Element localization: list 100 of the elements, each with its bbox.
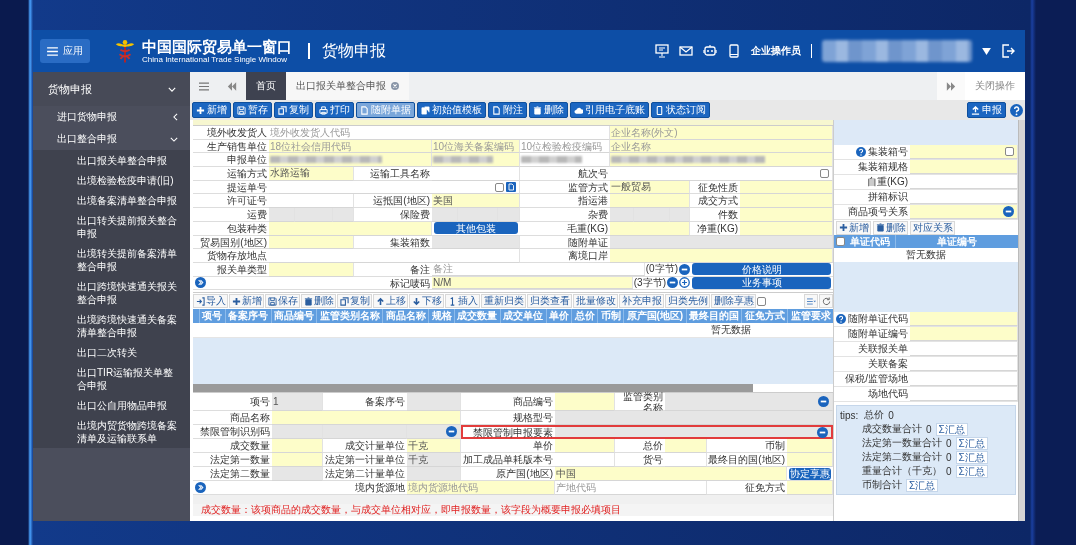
remove-icon[interactable]	[679, 263, 690, 275]
sidebar-item[interactable]: 出口公自用物品申报	[33, 395, 190, 415]
checkbox[interactable]	[836, 237, 845, 246]
field-label: 征免方式	[707, 481, 787, 496]
field-label: 申报单位	[193, 153, 269, 168]
toolbar-button[interactable]: 新增	[192, 102, 231, 118]
toolbar-button[interactable]: 初始值模板	[417, 102, 486, 118]
sum-button[interactable]: Σ汇总	[955, 436, 988, 450]
dropdown-caret-icon[interactable]	[982, 47, 991, 55]
remove-icon[interactable]	[1003, 206, 1014, 217]
toolbar-button[interactable]: 对应关系	[910, 220, 955, 235]
field-label: 币制	[707, 439, 787, 454]
apps-button[interactable]: 应用	[40, 39, 90, 63]
toolbar-button[interactable]: 状态订阅	[651, 102, 710, 118]
toolbar-button[interactable]: 复制	[337, 294, 372, 309]
sidebar-heading[interactable]: 货物申报	[33, 72, 190, 106]
form-button[interactable]: 价格说明	[692, 263, 831, 276]
sidebar-group[interactable]: 进口货物申报	[33, 106, 190, 128]
checkbox[interactable]	[495, 182, 504, 192]
toolbar-button[interactable]: 引用电子底账	[570, 102, 649, 118]
toolbar-button[interactable]: 下移	[409, 294, 444, 309]
field-label: 关联备案	[868, 357, 908, 371]
plus-circle-icon[interactable]	[679, 277, 690, 289]
sidebar-item[interactable]: 出口报关单整合申报	[33, 150, 190, 170]
help-icon[interactable]	[1010, 103, 1023, 117]
submit-button[interactable]: 申报	[967, 102, 1006, 118]
sidebar-item[interactable]: 出境转关提前备案清单整合申报	[33, 243, 190, 276]
toolbar-button[interactable]: 删除享惠	[711, 294, 756, 309]
input-field[interactable]: 水路运输	[269, 167, 354, 181]
field-label: 成交计量单位	[323, 439, 407, 454]
toolbar-button[interactable]: 打印	[315, 102, 354, 118]
expand-icon[interactable]	[195, 277, 206, 289]
scrollbar[interactable]	[1018, 120, 1025, 521]
sum-button[interactable]: Σ汇总	[955, 450, 988, 464]
toolbar-button[interactable]: 删除	[873, 220, 908, 235]
toolbar-button[interactable]: 新增	[229, 294, 264, 309]
tips-label: tips:	[840, 409, 859, 421]
document-icon[interactable]	[506, 182, 516, 193]
pages-icon	[421, 105, 430, 115]
toolbar-button[interactable]: 删除	[529, 102, 568, 118]
close-icon[interactable]	[391, 82, 399, 90]
close-operations-button[interactable]: 关闭操作	[965, 72, 1025, 100]
toolbar-button[interactable]: 新增	[836, 220, 871, 235]
sidebar-item[interactable]: 出口二次转关	[33, 342, 190, 362]
toolbar-button[interactable]: 补充申报	[619, 294, 664, 309]
checkbox[interactable]	[1005, 147, 1014, 156]
import-icon	[195, 296, 205, 306]
tab[interactable]: 首页	[246, 72, 286, 100]
scrollbar[interactable]	[193, 384, 753, 393]
sidebar-item[interactable]: 出口跨境快速通关报关整合申报	[33, 276, 190, 309]
monitor-icon[interactable]	[654, 44, 669, 58]
field-label: 境内货源地	[323, 481, 407, 496]
remove-icon[interactable]	[667, 277, 678, 289]
copy-icon	[339, 296, 349, 306]
refresh-button[interactable]	[819, 294, 833, 309]
toolbar-button[interactable]: 复制	[274, 102, 313, 118]
sum-button[interactable]: Σ汇总	[955, 464, 988, 478]
toolbar-button[interactable]: 归类查看	[527, 294, 572, 309]
toolbar-button[interactable]: 归类先例	[665, 294, 710, 309]
sidebar-group[interactable]: 出口整合申报	[33, 128, 190, 150]
toolbar-button[interactable]: 附注	[488, 102, 527, 118]
form-button[interactable]: 协定享惠	[789, 467, 831, 480]
toolbar-button[interactable]: 导入	[193, 294, 228, 309]
column-menu-button[interactable]	[804, 294, 818, 309]
form-button[interactable]: 其他包装	[434, 222, 518, 235]
input-field[interactable]: 中国	[555, 467, 787, 482]
field-label: 法定第一计量单位	[323, 453, 407, 468]
tablet-icon[interactable]	[726, 44, 741, 58]
input-field[interactable]: 千克	[407, 439, 461, 454]
logout-icon[interactable]	[1001, 44, 1015, 58]
help-icon[interactable]	[836, 314, 846, 324]
robot-icon[interactable]	[702, 44, 717, 58]
sidebar-item[interactable]: 出境内贸货物跨境备案清单及运输联系单	[33, 415, 190, 448]
toolbar-button[interactable]: 插入	[445, 294, 480, 309]
sidebar-item[interactable]: 出口TIR运输报关单整合申报	[33, 362, 190, 395]
toolbar-button[interactable]: 删除	[301, 294, 336, 309]
input-field[interactable]: 美国	[432, 194, 520, 209]
toolbar-button[interactable]: 上移	[373, 294, 408, 309]
field-label: 禁限管制识别码	[193, 425, 272, 440]
help-icon[interactable]	[856, 147, 866, 157]
field-label: 原产国(地区)	[461, 467, 555, 482]
expand-icon[interactable]	[195, 482, 206, 494]
toolbar-button[interactable]: 暂存	[233, 102, 272, 118]
tab[interactable]: 出口报关单整合申报	[286, 72, 409, 100]
sidebar-item[interactable]: 出境检验检疫申请(旧)	[33, 170, 190, 190]
field-label: 关联报关单	[858, 342, 908, 356]
sidebar-item[interactable]: 出口转关提前报关整合申报	[33, 210, 190, 243]
toolbar-button[interactable]: 批量修改	[573, 294, 618, 309]
toolbar-button[interactable]: 保存	[265, 294, 300, 309]
scroll-right-button[interactable]	[937, 72, 965, 100]
sum-button[interactable]: Σ汇总	[906, 478, 939, 492]
checkbox[interactable]	[820, 168, 829, 178]
sum-label: 成交数量合计	[862, 422, 922, 436]
mail-icon[interactable]	[678, 44, 693, 58]
toolbar-button[interactable]: 重新归类	[481, 294, 526, 309]
sum-button[interactable]: Σ汇总	[935, 422, 968, 436]
sidebar-item[interactable]: 出境跨境快速通关备案清单整合申报	[33, 309, 190, 342]
checkbox[interactable]	[757, 296, 766, 306]
menu-icon	[199, 81, 209, 91]
sidebar-item[interactable]: 出境备案清单整合申报	[33, 190, 190, 210]
